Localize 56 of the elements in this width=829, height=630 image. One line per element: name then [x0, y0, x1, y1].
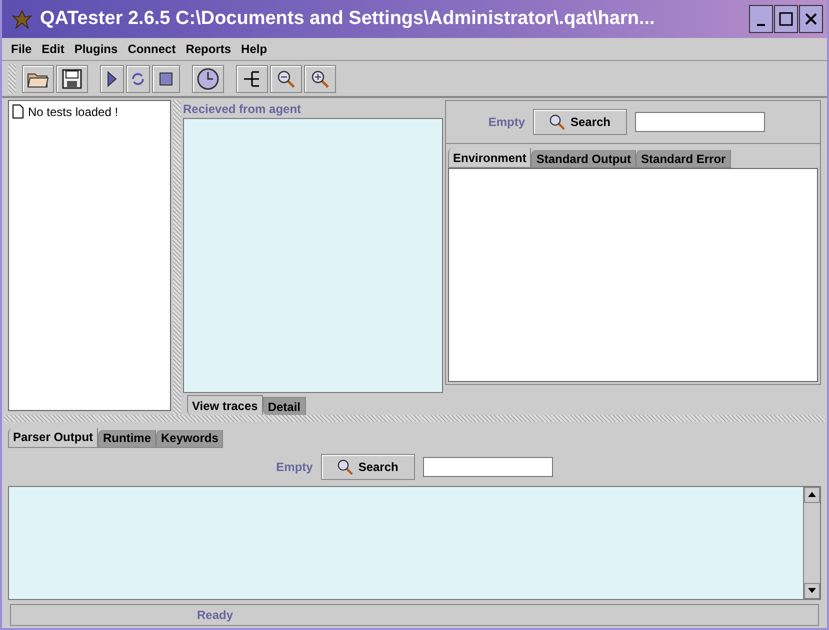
- maximize-button[interactable]: [774, 5, 798, 33]
- toolbar-grip[interactable]: [8, 64, 16, 94]
- scrollbar[interactable]: [803, 486, 820, 599]
- maximize-icon: [779, 12, 793, 26]
- search-status: Empty: [488, 115, 525, 130]
- search-icon: [337, 458, 354, 475]
- tab[interactable]: Standard Error: [636, 150, 731, 168]
- save-button[interactable]: [56, 64, 88, 93]
- clock-icon: [197, 68, 219, 90]
- splitter-handle[interactable]: [4, 415, 825, 422]
- stop-button[interactable]: [152, 64, 180, 93]
- scroll-down-icon: [808, 588, 816, 594]
- stop-icon: [159, 72, 173, 86]
- tab[interactable]: Keywords: [156, 430, 224, 448]
- tab[interactable]: Parser Output: [8, 428, 98, 448]
- close-icon: [805, 13, 817, 25]
- tab[interactable]: Environment: [448, 148, 532, 168]
- refresh-button[interactable]: [126, 64, 150, 93]
- zoom-out-icon: [277, 70, 295, 88]
- minimize-icon: [757, 24, 765, 26]
- search-icon: [549, 114, 566, 130]
- zoom-out-button[interactable]: [270, 64, 302, 93]
- tab[interactable]: Detail: [262, 397, 306, 416]
- menu-item[interactable]: File: [6, 42, 37, 56]
- traces-heading: Recieved from agent: [183, 101, 302, 118]
- window-title: QATester 2.6.5 C:\Documents and Settings\Administrator\.qat\harn...: [40, 8, 656, 30]
- status-text: Ready: [197, 608, 234, 622]
- search-status: Empty: [276, 460, 313, 474]
- close-button[interactable]: [799, 5, 823, 33]
- schedule-button[interactable]: [192, 64, 224, 93]
- minimize-button[interactable]: [749, 5, 773, 33]
- search-button[interactable]: Search: [533, 109, 627, 136]
- search-field[interactable]: [422, 456, 553, 477]
- scroll-up-icon: [808, 492, 816, 498]
- open-button[interactable]: [22, 64, 54, 93]
- zoom-in-icon: [311, 70, 329, 88]
- tree-button[interactable]: [236, 64, 268, 93]
- play-icon: [107, 70, 117, 87]
- splitter-handle[interactable]: [173, 100, 181, 416]
- search-button[interactable]: Search: [320, 454, 415, 480]
- tree-icon: [243, 68, 261, 89]
- menu-item[interactable]: Help: [236, 42, 272, 56]
- run-button[interactable]: [100, 64, 124, 93]
- zoom-in-button[interactable]: [304, 64, 336, 93]
- tree-item[interactable]: No tests loaded !: [28, 104, 118, 119]
- menu-item[interactable]: Edit: [36, 42, 70, 56]
- tab[interactable]: Standard Output: [531, 150, 636, 168]
- menu-item[interactable]: Reports: [180, 42, 236, 56]
- document-icon: [12, 104, 24, 120]
- menu-item[interactable]: Plugins: [69, 42, 123, 56]
- tab[interactable]: Runtime: [98, 430, 156, 448]
- refresh-icon: [130, 70, 146, 87]
- search-field[interactable]: [635, 112, 765, 132]
- menu-item[interactable]: Connect: [122, 42, 181, 56]
- app-logo-icon: [12, 9, 32, 29]
- tab[interactable]: View traces: [187, 395, 263, 416]
